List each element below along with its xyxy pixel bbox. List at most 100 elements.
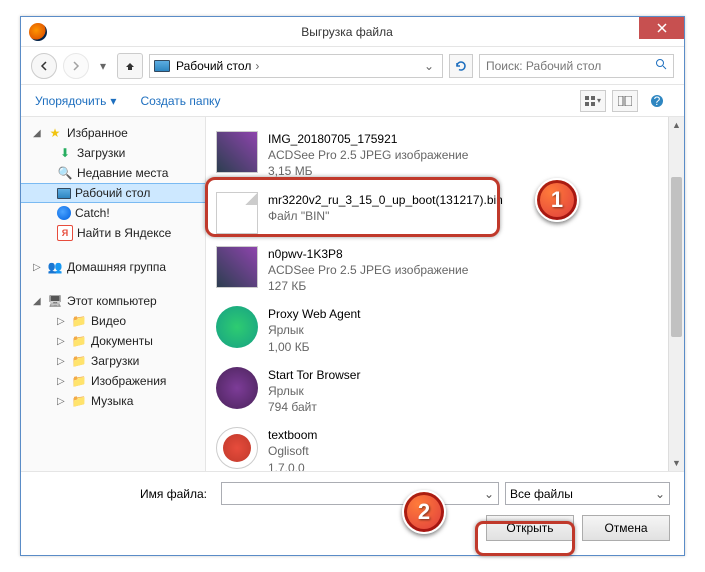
file-list: IMG_20180705_175921ACDSee Pro 2.5 JPEG и… bbox=[206, 117, 684, 471]
scroll-up-icon[interactable]: ▲ bbox=[669, 117, 684, 133]
file-size: 794 байт bbox=[268, 399, 360, 415]
file-item[interactable]: textboomOglisoft1.7.0.0 bbox=[206, 421, 684, 471]
chevron-down-icon[interactable]: ⌄ bbox=[655, 487, 665, 501]
recent-icon: 🔍 bbox=[57, 165, 73, 181]
refresh-button[interactable] bbox=[449, 54, 473, 78]
close-button[interactable] bbox=[639, 17, 684, 39]
expand-icon[interactable]: ▷ bbox=[57, 376, 67, 387]
filename-label: Имя файла: bbox=[35, 487, 215, 501]
help-icon: ? bbox=[650, 94, 664, 108]
file-item[interactable]: Proxy Web AgentЯрлык1,00 КБ bbox=[206, 300, 684, 361]
file-info: textboomOglisoft1.7.0.0 bbox=[268, 427, 317, 471]
back-button[interactable] bbox=[31, 53, 57, 79]
chevron-down-icon[interactable]: ⌄ bbox=[484, 487, 494, 501]
downloads-icon: ⬇ bbox=[57, 145, 73, 161]
tree-music[interactable]: ▷📁Музыка bbox=[21, 391, 205, 411]
new-folder-button[interactable]: Создать папку bbox=[140, 94, 220, 108]
cancel-button[interactable]: Отмена bbox=[582, 515, 670, 541]
collapse-icon[interactable]: ◢ bbox=[33, 296, 43, 307]
annotation-badge-1: 1 bbox=[535, 178, 579, 222]
tree-downloads[interactable]: ⬇Загрузки bbox=[21, 143, 205, 163]
file-type: Файл "BIN" bbox=[268, 208, 503, 224]
scroll-down-icon[interactable]: ▼ bbox=[669, 455, 684, 471]
file-name: Proxy Web Agent bbox=[268, 306, 361, 322]
file-item[interactable]: mr3220v2_ru_3_15_0_up_boot(131217).binФа… bbox=[206, 186, 684, 240]
preview-pane-button[interactable] bbox=[612, 90, 638, 112]
scrollbar-thumb[interactable] bbox=[671, 177, 682, 337]
tree-yandex[interactable]: ЯНайти в Яндексе bbox=[21, 223, 205, 243]
chevron-down-icon: ▾ bbox=[110, 94, 116, 108]
breadcrumb-location[interactable]: Рабочий стол bbox=[176, 59, 251, 73]
file-name: n0pwv-1K3P8 bbox=[268, 246, 468, 262]
expand-icon[interactable]: ▷ bbox=[33, 262, 43, 273]
file-name: textboom bbox=[268, 427, 317, 443]
toolbar: Упорядочить▾ Создать папку ▾ ? bbox=[21, 85, 684, 117]
chevron-right-icon[interactable]: › bbox=[251, 59, 263, 73]
preview-icon bbox=[618, 96, 632, 106]
tree-catch[interactable]: Catch! bbox=[21, 203, 205, 223]
file-thumbnail bbox=[216, 246, 258, 288]
filename-input[interactable]: ⌄ bbox=[221, 482, 499, 505]
window-title: Выгрузка файла bbox=[55, 25, 639, 39]
sidebar: ◢★Избранное ⬇Загрузки 🔍Недавние места Ра… bbox=[21, 117, 206, 471]
arrow-right-icon bbox=[71, 61, 81, 71]
open-button[interactable]: Открыть bbox=[486, 515, 574, 541]
file-info: IMG_20180705_175921ACDSee Pro 2.5 JPEG и… bbox=[268, 131, 468, 180]
tree-this-pc[interactable]: ◢🖥Этот компьютер bbox=[21, 291, 205, 311]
dialog-body: ◢★Избранное ⬇Загрузки 🔍Недавние места Ра… bbox=[21, 117, 684, 471]
file-item[interactable]: Start Tor BrowserЯрлык794 байт bbox=[206, 361, 684, 422]
desktop-icon bbox=[154, 60, 170, 72]
collapse-icon[interactable]: ◢ bbox=[33, 128, 43, 139]
svg-text:?: ? bbox=[654, 94, 661, 108]
expand-icon[interactable]: ▷ bbox=[57, 356, 67, 367]
tree-pictures[interactable]: ▷📁Изображения bbox=[21, 371, 205, 391]
forward-button[interactable] bbox=[63, 53, 89, 79]
file-type: Ярлык bbox=[268, 322, 361, 338]
tree-favorites[interactable]: ◢★Избранное bbox=[21, 123, 205, 143]
file-item[interactable]: n0pwv-1K3P8ACDSee Pro 2.5 JPEG изображен… bbox=[206, 240, 684, 301]
expand-icon[interactable]: ▷ bbox=[57, 336, 67, 347]
file-info: Start Tor BrowserЯрлык794 байт bbox=[268, 367, 360, 416]
refresh-icon bbox=[454, 59, 468, 73]
help-button[interactable]: ? bbox=[644, 90, 670, 112]
tree-homegroup[interactable]: ▷👥Домашняя группа bbox=[21, 257, 205, 277]
expand-icon[interactable]: ▷ bbox=[57, 396, 67, 407]
file-filter-dropdown[interactable]: Все файлы⌄ bbox=[505, 482, 670, 505]
expand-icon[interactable]: ▷ bbox=[57, 316, 67, 327]
organize-menu[interactable]: Упорядочить▾ bbox=[35, 94, 116, 108]
file-size: 3,15 МБ bbox=[268, 163, 468, 179]
file-name: mr3220v2_ru_3_15_0_up_boot(131217).bin bbox=[268, 192, 503, 208]
folder-icon: 📁 bbox=[71, 373, 87, 389]
tree-desktop[interactable]: Рабочий стол bbox=[21, 183, 205, 203]
search-icon bbox=[655, 58, 667, 73]
nav-bar: ▾ Рабочий стол › ⌄ Поиск: Рабочий стол bbox=[21, 47, 684, 85]
file-dialog-window: Выгрузка файла ▾ Рабочий стол › ⌄ Поиск:… bbox=[20, 16, 685, 556]
tree-downloads2[interactable]: ▷📁Загрузки bbox=[21, 351, 205, 371]
arrow-left-icon bbox=[39, 61, 49, 71]
file-type: ACDSee Pro 2.5 JPEG изображение bbox=[268, 262, 468, 278]
scrollbar[interactable]: ▲ ▼ bbox=[668, 117, 684, 471]
computer-icon: 🖥 bbox=[47, 293, 63, 309]
history-dropdown[interactable]: ▾ bbox=[95, 59, 111, 73]
breadcrumb-dropdown[interactable]: ⌄ bbox=[420, 59, 438, 73]
tree-documents[interactable]: ▷📁Документы bbox=[21, 331, 205, 351]
file-thumbnail bbox=[216, 192, 258, 234]
file-size: 1.7.0.0 bbox=[268, 460, 317, 471]
file-info: n0pwv-1K3P8ACDSee Pro 2.5 JPEG изображен… bbox=[268, 246, 468, 295]
file-thumbnail bbox=[216, 306, 258, 348]
arrow-up-icon bbox=[125, 61, 135, 71]
up-button[interactable] bbox=[117, 53, 143, 79]
file-info: Proxy Web AgentЯрлык1,00 КБ bbox=[268, 306, 361, 355]
file-size: 127 КБ bbox=[268, 278, 468, 294]
tree-recent[interactable]: 🔍Недавние места bbox=[21, 163, 205, 183]
folder-icon: 📁 bbox=[71, 313, 87, 329]
file-type: Oglisoft bbox=[268, 443, 317, 459]
file-name: Start Tor Browser bbox=[268, 367, 360, 383]
search-input[interactable]: Поиск: Рабочий стол bbox=[479, 54, 674, 78]
view-options-button[interactable]: ▾ bbox=[580, 90, 606, 112]
breadcrumb[interactable]: Рабочий стол › ⌄ bbox=[149, 54, 443, 78]
tree-video[interactable]: ▷📁Видео bbox=[21, 311, 205, 331]
file-item[interactable]: IMG_20180705_175921ACDSee Pro 2.5 JPEG и… bbox=[206, 125, 684, 186]
file-thumbnail bbox=[216, 367, 258, 409]
bottom-panel: Имя файла: ⌄ Все файлы⌄ Открыть Отмена bbox=[21, 471, 684, 555]
